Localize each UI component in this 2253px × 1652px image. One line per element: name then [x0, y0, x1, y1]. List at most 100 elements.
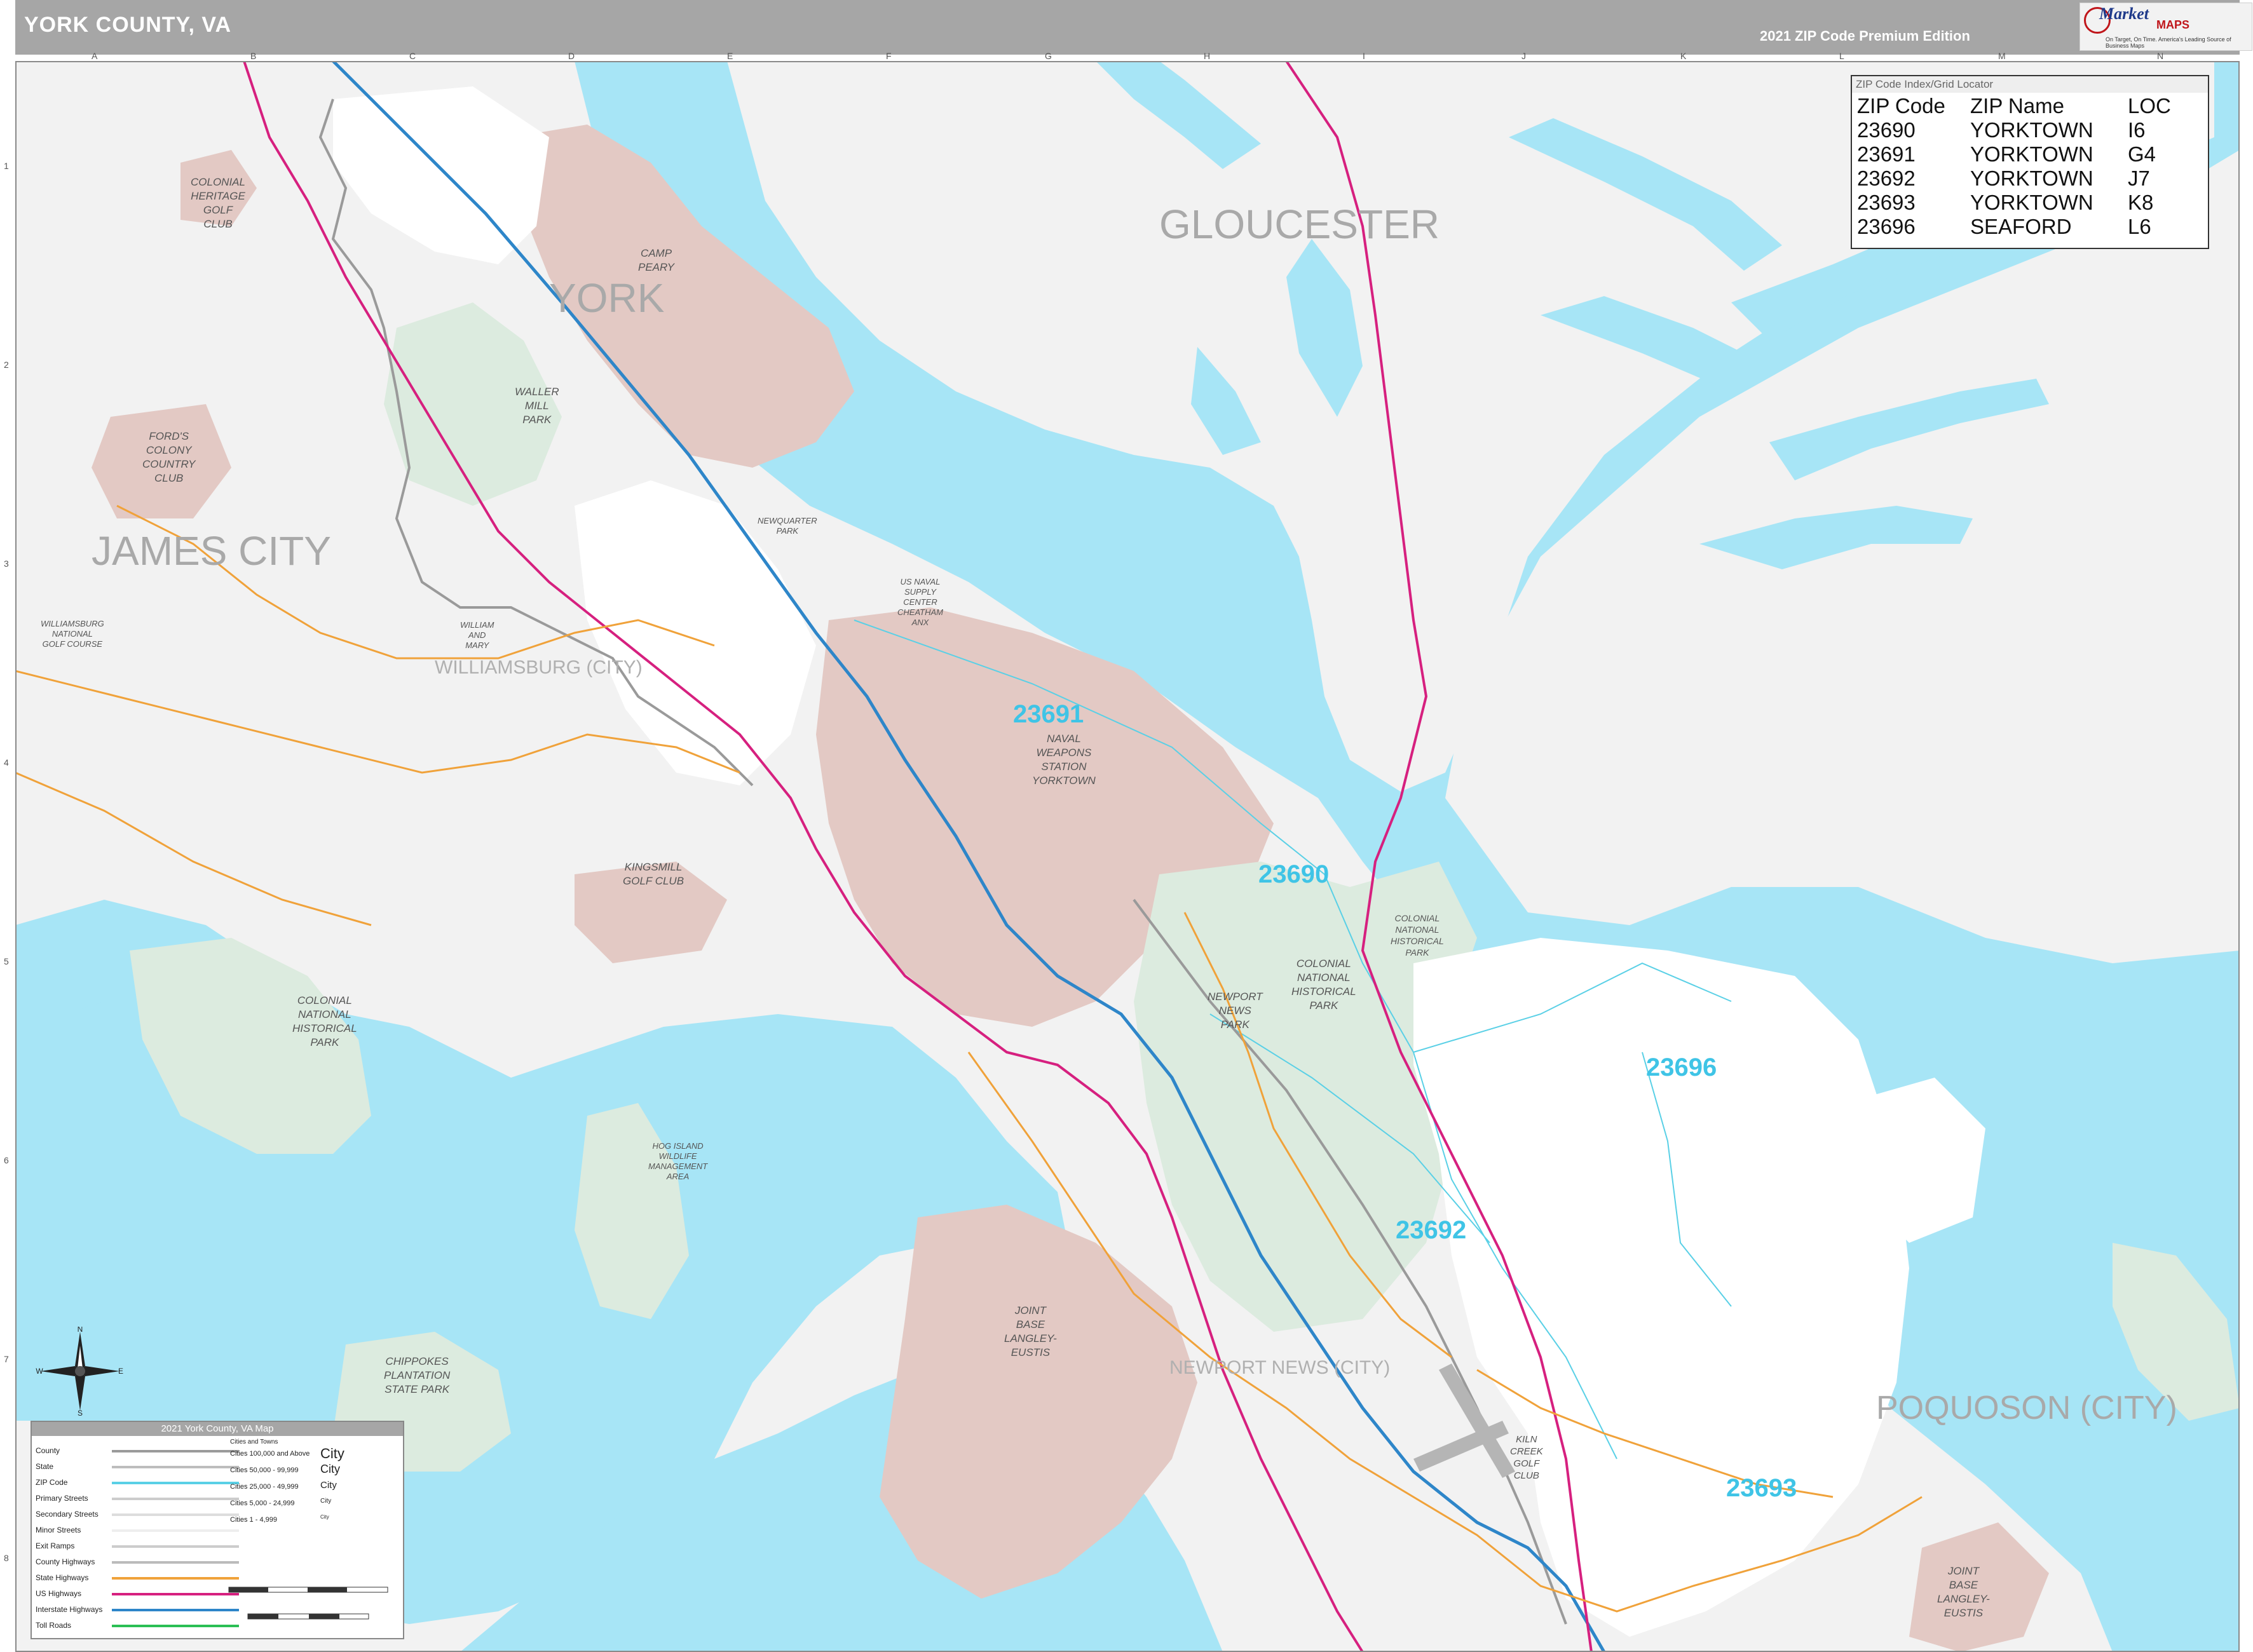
- grid-column-label: B: [250, 51, 257, 61]
- legend-city-sample: City: [320, 1514, 329, 1520]
- compass-s: S: [78, 1409, 83, 1416]
- grid-row-label: 5: [4, 956, 9, 966]
- place-langley-eustis: JOINT BASE LANGLEY- EUSTIS: [1004, 1304, 1057, 1358]
- map-legend: 2021 York County, VA Map County State ZIP …: [31, 1421, 404, 1639]
- grid-row-label: 4: [4, 757, 9, 768]
- grid-row-label: 3: [4, 558, 9, 569]
- logo-tagline: On Target, On Time. America's Leading So…: [2106, 36, 2231, 49]
- place-newquarter-park: NEWQUARTER PARK: [758, 516, 817, 536]
- place-william-mary: WILLIAM AND MARY: [460, 620, 494, 650]
- place-kiln-creek: KILN CREEK GOLF CLUB: [1510, 1434, 1543, 1481]
- grid-column-label: J: [1521, 51, 1526, 61]
- compass-n: N: [78, 1327, 83, 1334]
- zip-index-cell: YORKTOWN: [1970, 191, 2093, 214]
- place-us-naval-supply: US NAVAL SUPPLY CENTER CHEATHAM ANX: [897, 577, 943, 627]
- grid-column-label: N: [2157, 51, 2164, 61]
- zip-index-row: 23691 YORKTOWN G4: [1855, 142, 2174, 166]
- zip-index-header: ZIP Name: [1970, 94, 2064, 118]
- grid-column-label: E: [727, 51, 733, 61]
- legend-row-label: County: [36, 1446, 60, 1455]
- zip-index-cell: YORKTOWN: [1970, 142, 2093, 166]
- zip-index-cell: 23691: [1857, 142, 1916, 166]
- legend-row-label: Secondary Streets: [36, 1510, 99, 1519]
- place-chippokes: CHIPPOKES PLANTATION STATE PARK: [384, 1355, 451, 1395]
- legend-row-swatch: [112, 1498, 239, 1500]
- zip-index-title: ZIP Code Index/Grid Locator: [1852, 76, 2208, 93]
- zip-index-row: 23696 SEAFORD L6: [1855, 215, 2174, 239]
- legend-row-swatch: [112, 1625, 239, 1627]
- place-langley-eustis-east: JOINT BASE LANGLEY- EUSTIS: [1937, 1565, 1990, 1619]
- logo-brand-top: Market: [2099, 4, 2149, 23]
- zip-index-cell: YORKTOWN: [1970, 118, 2093, 142]
- region-label-james-city: JAMES CITY: [92, 528, 331, 574]
- grid-row-label: 8: [4, 1552, 9, 1563]
- publisher-logo: Market MAPS On Target, On Time. America'…: [2079, 3, 2252, 51]
- legend-row-swatch: [112, 1545, 239, 1548]
- place-naval-weapons: NAVAL WEAPONS STATION YORKTOWN: [1032, 733, 1096, 787]
- compass-w: W: [36, 1367, 43, 1376]
- zip-index-header-row: ZIP Code ZIP Name LOC: [1855, 94, 2174, 118]
- legend-row-label: County Highways: [36, 1557, 95, 1566]
- legend-city-row: Cities 25,000 - 49,999: [230, 1483, 299, 1491]
- legend-city-row: Cities 100,000 and Above: [230, 1450, 310, 1458]
- logo-brand-bottom: MAPS: [2156, 18, 2190, 31]
- region-label-williamsburg: WILLIAMSBURG (CITY): [435, 657, 643, 678]
- region-label-poquoson: POQUOSON (CITY): [1876, 1390, 2177, 1426]
- grid-row-label: 2: [4, 359, 9, 370]
- place-colonial-heritage: COLONIAL HERITAGE GOLF CLUB: [191, 176, 245, 230]
- zip-index-cell: YORKTOWN: [1970, 166, 2093, 190]
- zip-index-row: 23692 YORKTOWN J7: [1855, 166, 2174, 191]
- legend-city-row: Cities 1 - 4,999: [230, 1516, 277, 1524]
- grid-row-label: 1: [4, 160, 9, 171]
- zip-label-23693: 23693: [1726, 1474, 1797, 1502]
- place-williamsburg-national: WILLIAMSBURG NATIONAL GOLF COURSE: [41, 619, 104, 649]
- grid-column-label: L: [1839, 51, 1844, 61]
- legend-row-label: ZIP Code: [36, 1478, 68, 1487]
- zip-index-cell: G4: [2128, 142, 2156, 166]
- zip-index-table: ZIP Code ZIP Name LOC 23690 YORKTOWN I6 236…: [1855, 94, 2174, 239]
- grid-row-label: 7: [4, 1353, 9, 1364]
- legend-row-swatch: [112, 1466, 239, 1468]
- legend-row-label: State Highways: [36, 1573, 89, 1582]
- legend-row-swatch: [112, 1513, 239, 1516]
- place-kingsmill: KINGSMILL GOLF CLUB: [623, 861, 684, 887]
- legend-row-label: US Highways: [36, 1589, 82, 1598]
- place-hog-island: HOG ISLAND WILDLIFE MANAGEMENT AREA: [648, 1141, 708, 1181]
- legend-city-header: Cities and Towns: [230, 1439, 278, 1446]
- zip-index-row: 23693 YORKTOWN K8: [1855, 191, 2174, 215]
- zip-index-cell: 23692: [1857, 166, 1916, 190]
- place-colonial-nhp-west: COLONIAL NATIONAL HISTORICAL PARK: [292, 994, 357, 1048]
- legend-city-sample: City: [320, 1445, 344, 1461]
- legend-row-label: Interstate Highways: [36, 1605, 103, 1614]
- legend-scale-bars: [228, 1587, 388, 1620]
- legend-city-row: Cities 5,000 - 24,999: [230, 1500, 295, 1507]
- legend-row-label: Primary Streets: [36, 1494, 88, 1503]
- zip-index-cell: 23693: [1857, 191, 1916, 214]
- legend-row-swatch: [112, 1482, 239, 1484]
- compass-rose-icon: N S E W: [36, 1327, 123, 1416]
- legend-city-sample: City: [320, 1497, 332, 1505]
- legend-row-swatch: [112, 1529, 239, 1532]
- zip-index-cell: SEAFORD: [1970, 215, 2072, 238]
- zip-index-row: 23690 YORKTOWN I6: [1855, 118, 2174, 142]
- legend-title: 2021 York County, VA Map: [32, 1422, 403, 1436]
- grid-row-label: 6: [4, 1154, 9, 1165]
- grid-column-label: M: [1998, 51, 2006, 61]
- legend-row-label: Toll Roads: [36, 1621, 72, 1630]
- zip-index-cell: 23690: [1857, 118, 1916, 142]
- legend-row-swatch: [112, 1561, 239, 1564]
- zip-index-cell: 23696: [1857, 215, 1916, 238]
- zip-index-header: LOC: [2128, 94, 2171, 118]
- grid-column-label: D: [568, 51, 575, 61]
- legend-row-label: Minor Streets: [36, 1526, 81, 1534]
- legend-city-row: Cities 50,000 - 99,999: [230, 1466, 299, 1474]
- zip-index-cell: I6: [2128, 118, 2146, 142]
- edition-label: 2021 ZIP Code Premium Edition: [1760, 28, 1970, 44]
- legend-row-swatch: [112, 1450, 239, 1452]
- compass-e: E: [118, 1367, 123, 1376]
- map-area[interactable]: GLOUCESTER YORK JAMES CITY POQUOSON (CIT…: [4, 51, 2240, 1652]
- legend-row-swatch: [112, 1609, 239, 1611]
- grid-column-label: F: [886, 51, 892, 61]
- legend-city-sample: City: [320, 1480, 337, 1491]
- zip-index-cell: J7: [2128, 166, 2150, 190]
